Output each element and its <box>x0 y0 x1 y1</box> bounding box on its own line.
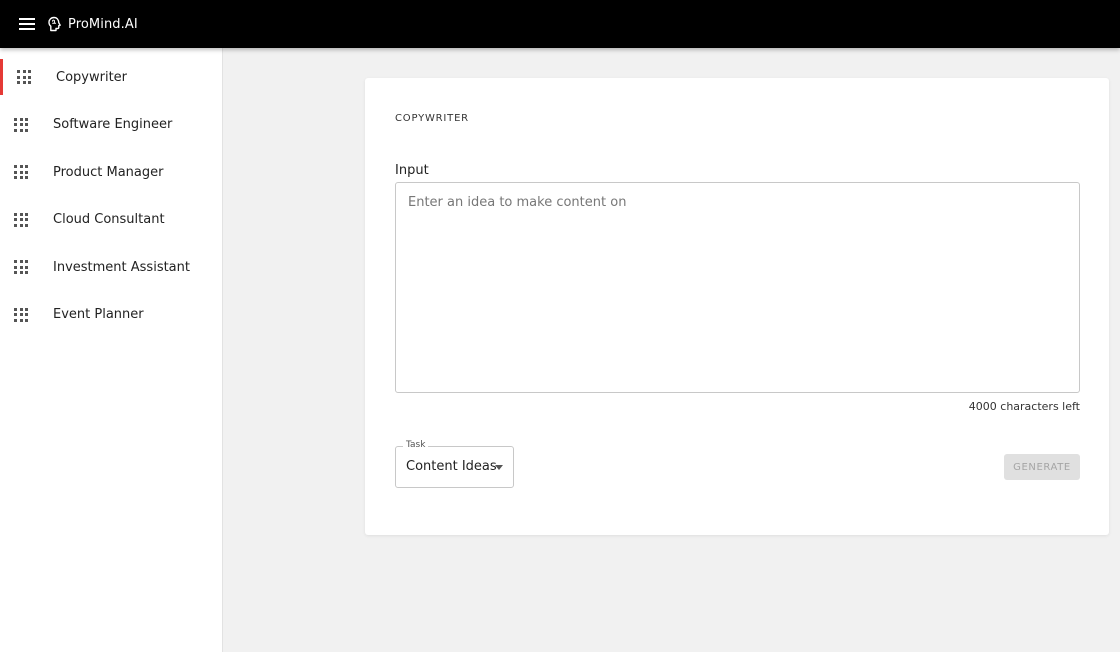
task-select-value: Content Ideas <box>406 459 497 474</box>
content-card: COPYWRITER Input 4000 characters left Ta… <box>365 78 1109 535</box>
sidebar-item-copywriter[interactable]: Copywriter <box>0 59 222 95</box>
sidebar-item-software-engineer[interactable]: Software Engineer <box>0 107 222 143</box>
input-label: Input <box>395 163 429 178</box>
character-count: 4000 characters left <box>968 400 1080 413</box>
hamburger-menu-icon <box>19 18 35 30</box>
grid-icon <box>14 117 28 132</box>
grid-icon <box>14 165 28 179</box>
top-app-bar: ProMind.AI <box>0 0 1120 48</box>
sidebar: Copywriter Software Engineer Product Man… <box>0 48 223 652</box>
sidebar-item-label: Investment Assistant <box>53 259 190 275</box>
brand-name: ProMind.AI <box>68 16 138 32</box>
sidebar-item-cloud-consultant[interactable]: Cloud Consultant <box>0 202 222 238</box>
task-select[interactable]: Task Content Ideas <box>395 440 514 488</box>
task-select-label: Task <box>403 440 429 450</box>
generate-button[interactable]: GENERATE <box>1004 454 1080 480</box>
page-title: COPYWRITER <box>395 113 469 124</box>
sidebar-item-event-planner[interactable]: Event Planner <box>0 297 222 333</box>
menu-button[interactable] <box>14 11 40 37</box>
brain-head-icon <box>46 15 64 33</box>
sidebar-item-product-manager[interactable]: Product Manager <box>0 154 222 190</box>
idea-input[interactable] <box>395 182 1080 393</box>
sidebar-item-label: Event Planner <box>53 307 144 322</box>
sidebar-item-label: Product Manager <box>53 164 164 180</box>
sidebar-item-label: Software Engineer <box>53 117 173 132</box>
sidebar-item-label: Cloud Consultant <box>53 212 165 227</box>
sidebar-item-investment-assistant[interactable]: Investment Assistant <box>0 249 222 285</box>
grid-icon <box>14 307 28 322</box>
grid-icon <box>17 70 31 84</box>
sidebar-item-label: Copywriter <box>56 69 128 85</box>
brand[interactable]: ProMind.AI <box>46 15 138 33</box>
grid-icon <box>14 260 28 274</box>
caret-down-icon <box>495 465 503 470</box>
grid-icon <box>14 212 28 227</box>
